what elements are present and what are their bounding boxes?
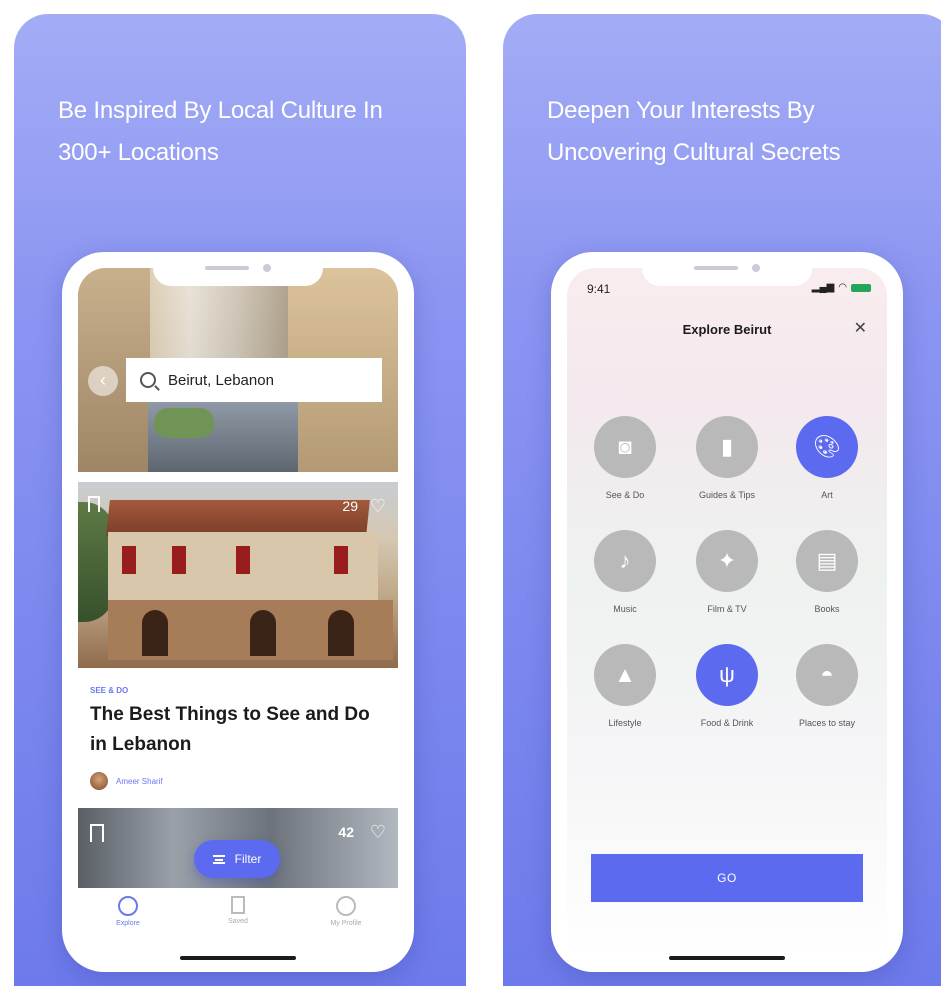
category-label: Places to stay (798, 718, 856, 728)
lifestyle-icon: ▲ (594, 644, 656, 706)
tab-label: Explore (116, 920, 140, 927)
category-music[interactable]: ♪ Music (575, 530, 675, 614)
right-headline: Deepen Your Interests By Uncovering Cult… (547, 97, 841, 166)
right-promo-panel: Deepen Your Interests By Uncovering Cult… (503, 14, 941, 986)
go-button[interactable]: GO (591, 854, 863, 902)
category-label: Guides & Tips (698, 490, 756, 500)
category-lifestyle[interactable]: ▲ Lifestyle (575, 644, 675, 728)
article-card[interactable]: 29 ♡ SEE & DO The Best Things to See and… (78, 482, 398, 804)
article-photo: 29 ♡ (78, 482, 398, 668)
status-icons: ▂▄▆ ◠ (812, 282, 871, 293)
category-label: Film & TV (707, 604, 747, 614)
category-label: Books (814, 604, 840, 614)
search-bar[interactable]: Beirut, Lebanon (126, 358, 382, 402)
like-count: 42 (338, 824, 354, 840)
filter-button[interactable]: Filter (194, 840, 280, 878)
book-icon: ▤ (796, 530, 858, 592)
left-headline: Be Inspired By Local Culture In 300+ Loc… (58, 97, 383, 166)
heart-icon[interactable]: ♡ (370, 496, 386, 517)
phone-notch (642, 252, 812, 286)
category-label: Food & Drink (700, 718, 754, 728)
category-label: Music (613, 604, 637, 614)
interests-screen: 9:41 ▂▄▆ ◠ Explore Beirut ✕ ◙ See & Do ▮… (567, 268, 887, 958)
close-icon[interactable]: ✕ (854, 318, 867, 338)
category-label: See & Do (605, 490, 645, 500)
bookmark-icon[interactable] (88, 496, 100, 512)
cutlery-icon: ψ (696, 644, 758, 706)
search-location-text: Beirut, Lebanon (168, 371, 274, 389)
heart-icon[interactable]: ♡ (370, 822, 386, 843)
search-icon (140, 372, 156, 388)
battery-icon (851, 283, 871, 292)
screen-title: Explore Beirut (682, 322, 772, 337)
article-category: SEE & DO (90, 686, 129, 695)
tab-label: Saved (228, 918, 248, 925)
bottom-tab-bar: Explore Saved My Profile (78, 888, 398, 958)
tab-profile[interactable]: My Profile (306, 896, 386, 927)
explore-screen: ‹ Beirut, Lebanon 29 ♡ SEE & DO The Best… (78, 268, 398, 958)
phone-notch (153, 252, 323, 286)
category-see-do[interactable]: ◙ See & Do (575, 416, 675, 500)
status-time: 9:41 (587, 282, 611, 296)
article-title[interactable]: The Best Things to See and Do in Lebanon (90, 700, 386, 760)
like-count: 29 (342, 498, 358, 514)
category-label: Lifestyle (608, 718, 642, 728)
tab-saved[interactable]: Saved (198, 896, 278, 925)
bookmark-icon (231, 896, 245, 914)
wifi-icon: ◠ (838, 282, 847, 293)
category-guides-tips[interactable]: ▮ Guides & Tips (677, 416, 777, 500)
back-chevron-icon[interactable]: ‹ (88, 366, 118, 396)
bookmark-icon[interactable] (90, 824, 104, 842)
film-icon: ✦ (696, 530, 758, 592)
cloche-icon: ◓ (796, 644, 858, 706)
right-phone-frame: 9:41 ▂▄▆ ◠ Explore Beirut ✕ ◙ See & Do ▮… (551, 252, 903, 972)
category-film-tv[interactable]: ✦ Film & TV (677, 530, 777, 614)
signal-icon: ▂▄▆ (811, 282, 835, 293)
author-name: Ameer Sharif (116, 776, 163, 786)
palette-icon: 🎨︎ (796, 416, 858, 478)
article-author[interactable]: Ameer Sharif (90, 772, 163, 790)
camera-icon: ◙ (594, 416, 656, 478)
profile-icon (336, 896, 356, 916)
filter-label: Filter (234, 852, 262, 866)
globe-icon (118, 896, 138, 916)
home-indicator (669, 956, 785, 960)
left-phone-frame: ‹ Beirut, Lebanon 29 ♡ SEE & DO The Best… (62, 252, 414, 972)
category-art[interactable]: 🎨︎ Art (777, 416, 877, 500)
tab-label: My Profile (330, 920, 362, 927)
category-places-to-stay[interactable]: ◓ Places to stay (777, 644, 877, 728)
filter-icon (212, 854, 225, 864)
guitar-icon: ♪ (594, 530, 656, 592)
category-food-drink[interactable]: ψ Food & Drink (677, 644, 777, 728)
guide-icon: ▮ (696, 416, 758, 478)
category-books[interactable]: ▤ Books (777, 530, 877, 614)
category-label: Art (821, 490, 833, 500)
home-indicator (180, 956, 296, 960)
left-promo-panel: Be Inspired By Local Culture In 300+ Loc… (14, 14, 466, 986)
tab-explore[interactable]: Explore (88, 896, 168, 927)
author-avatar (90, 772, 108, 790)
